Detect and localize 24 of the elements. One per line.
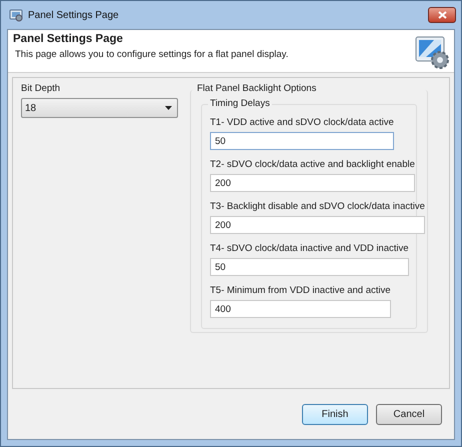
close-button[interactable]: [428, 7, 456, 23]
dialog-button[interactable]: Cancel: [376, 404, 442, 424]
group-title: Flat Panel Backlight Options: [195, 83, 318, 94]
input-field[interactable]: 400: [210, 300, 391, 318]
field-label: T5- Minimum from VDD inactive and active: [210, 285, 391, 296]
input-field[interactable]: 200: [210, 216, 425, 234]
app-icon: [9, 8, 23, 22]
input-field[interactable]: 50: [210, 258, 409, 276]
input-field[interactable]: 50: [210, 132, 394, 150]
monitor-gear-icon: [414, 34, 450, 70]
field-label: Bit Depth: [21, 83, 62, 94]
page-description: This page allows you to configure settings for a flat panel display.: [14, 49, 288, 60]
window-title: Panel Settings Page: [28, 10, 120, 20]
field-label: T4- sDVO clock/data inactive and VDD inactive: [210, 243, 409, 254]
field-label: T3- Backlight disable and sDVO clock/data inactive: [210, 201, 425, 212]
page-title: Panel Settings Page: [13, 33, 124, 45]
field-label: T1- VDD active and sDVO clock/data active: [210, 117, 394, 128]
bit-depth-dropdown[interactable]: 18: [21, 98, 178, 118]
caret-icon: [165, 106, 172, 110]
field-label: T2- sDVO clock/data active and backlight enable: [210, 159, 415, 170]
group-title: Timing Delays: [208, 98, 272, 109]
dialog-button[interactable]: Finish: [302, 404, 368, 424]
input-field[interactable]: 200: [210, 174, 415, 192]
close-icon: [438, 11, 446, 19]
